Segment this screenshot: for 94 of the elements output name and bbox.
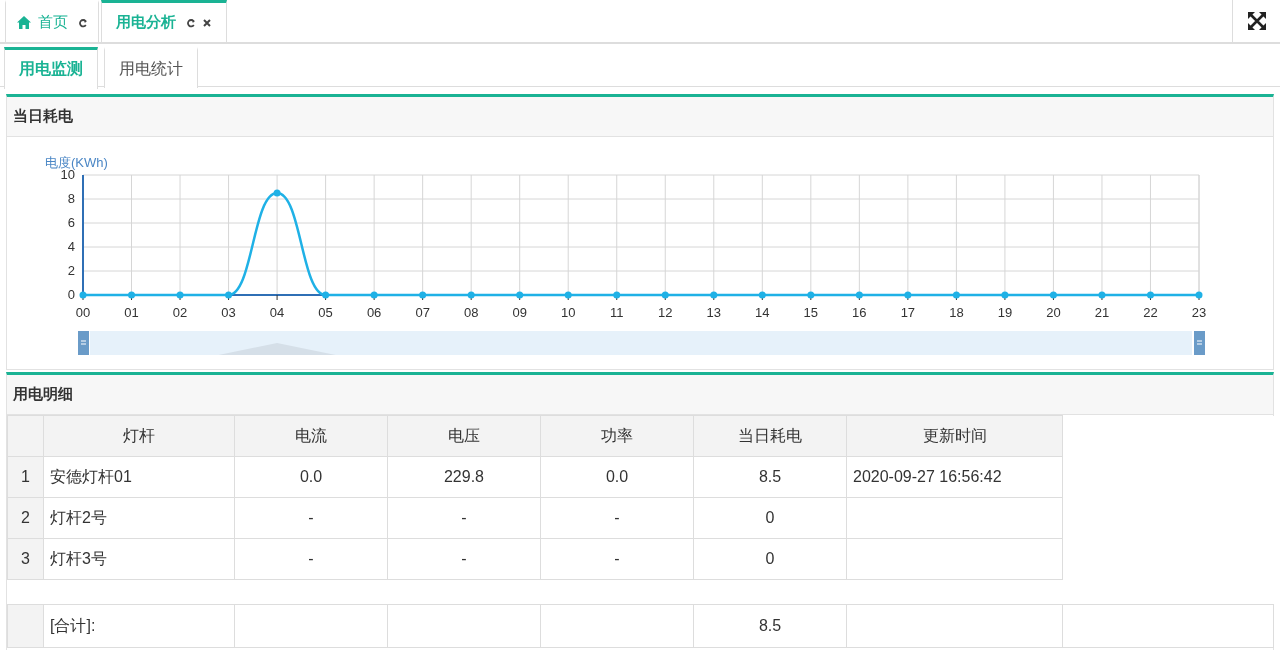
- data-point: [807, 291, 815, 299]
- refresh-icon: [78, 17, 88, 28]
- x-tick-label: 07: [415, 305, 430, 320]
- total-label: [合计]:: [43, 604, 235, 648]
- data-point: [758, 291, 766, 299]
- x-tick-label: 20: [1046, 305, 1061, 320]
- x-tick-label: 16: [852, 305, 867, 320]
- column-header: 更新时间: [846, 415, 1063, 457]
- sub-tab[interactable]: 用电监测: [4, 47, 98, 89]
- data-point: [710, 291, 718, 299]
- zoom-slider[interactable]: [90, 331, 1192, 355]
- row-number: 3: [7, 538, 44, 580]
- table-cell: -: [234, 538, 388, 580]
- y-axis-title: 电度(KWh): [45, 155, 108, 170]
- table-cell: -: [387, 497, 541, 539]
- home-icon: [16, 15, 32, 30]
- table-cell: -: [234, 497, 388, 539]
- row-number: 1: [7, 456, 44, 498]
- data-point: [952, 291, 960, 299]
- x-tick-label: 18: [949, 305, 964, 320]
- column-header: 灯杆: [43, 415, 235, 457]
- data-point: [661, 291, 669, 299]
- table-cell: 0.0: [234, 456, 388, 498]
- y-tick-label: 8: [67, 191, 75, 206]
- x-tick-label: 22: [1143, 305, 1158, 320]
- x-tick-label: 03: [221, 305, 236, 320]
- x-tick-label: 11: [610, 305, 624, 320]
- x-tick-label: 12: [658, 305, 673, 320]
- column-header: 电压: [387, 415, 541, 457]
- x-tick-label: 02: [172, 305, 188, 320]
- expand-icon: [1246, 11, 1267, 31]
- x-tick-label: 04: [269, 305, 285, 320]
- y-tick-label: 4: [67, 239, 75, 254]
- table-cell: 安德灯杆01: [43, 456, 235, 498]
- data-point: [273, 189, 281, 197]
- x-tick-label: 23: [1191, 305, 1207, 320]
- data-point: [225, 291, 233, 299]
- table-cell: 229.8: [387, 456, 541, 498]
- table-cell: -: [540, 497, 694, 539]
- table-cell: 0: [693, 497, 847, 539]
- slider-handle[interactable]: [78, 331, 89, 355]
- panel-title: 用电明细: [13, 385, 73, 404]
- table-cell: -: [387, 538, 541, 580]
- page-tab[interactable]: 用电分析: [101, 0, 227, 42]
- x-tick-label: 09: [512, 305, 527, 320]
- page-tab[interactable]: 首页: [5, 0, 99, 42]
- data-point: [322, 291, 330, 299]
- data-point: [564, 291, 572, 299]
- panel-title: 当日耗电: [13, 107, 73, 126]
- y-tick-label: 6: [67, 215, 75, 230]
- data-point: [419, 291, 427, 299]
- data-point: [516, 291, 524, 299]
- data-point: [1098, 291, 1106, 299]
- data-point: [1049, 291, 1057, 299]
- x-tick-label: 10: [561, 305, 576, 320]
- x-tick-label: 21: [1094, 305, 1110, 320]
- data-point: [613, 291, 621, 299]
- x-tick-label: 13: [706, 305, 721, 320]
- x-tick-label: 08: [463, 305, 479, 320]
- table-cell: -: [540, 538, 694, 580]
- total-value: 8.5: [693, 604, 847, 648]
- data-point: [79, 291, 87, 299]
- column-header: 当日耗电: [693, 415, 847, 457]
- x-tick-label: 00: [75, 305, 91, 320]
- sub-tab[interactable]: 用电统计: [104, 47, 198, 88]
- data-point: [1195, 291, 1203, 299]
- table-cell: 0.0: [540, 456, 694, 498]
- data-point: [467, 291, 475, 299]
- table-cell: 8.5: [693, 456, 847, 498]
- column-header: 电流: [234, 415, 388, 457]
- table-cell: 2020-09-27 16:56:42: [846, 456, 1063, 498]
- data-point: [904, 291, 912, 299]
- y-tick-label: 0: [67, 287, 75, 302]
- data-point: [855, 291, 863, 299]
- data-point: [370, 291, 378, 299]
- data-point: [1147, 291, 1154, 299]
- refresh-icon: [186, 17, 196, 28]
- table-cell: 灯杆2号: [43, 497, 235, 539]
- x-tick-label: 15: [803, 305, 819, 320]
- column-header: 功率: [540, 415, 694, 457]
- table-cell: 0: [693, 538, 847, 580]
- slider-handle[interactable]: [1194, 331, 1205, 355]
- x-tick-label: 05: [318, 305, 333, 320]
- data-point: [1001, 291, 1009, 299]
- x-tick-label: 14: [755, 305, 770, 320]
- row-number: 2: [7, 497, 44, 539]
- data-point: [128, 291, 135, 299]
- x-tick-label: 01: [124, 305, 139, 320]
- x-tick-label: 19: [997, 305, 1013, 320]
- table-cell: 灯杆3号: [43, 538, 235, 580]
- x-tick-label: 17: [900, 305, 916, 320]
- data-point: [176, 291, 184, 299]
- y-tick-label: 2: [67, 263, 75, 278]
- x-tick-label: 06: [366, 305, 382, 320]
